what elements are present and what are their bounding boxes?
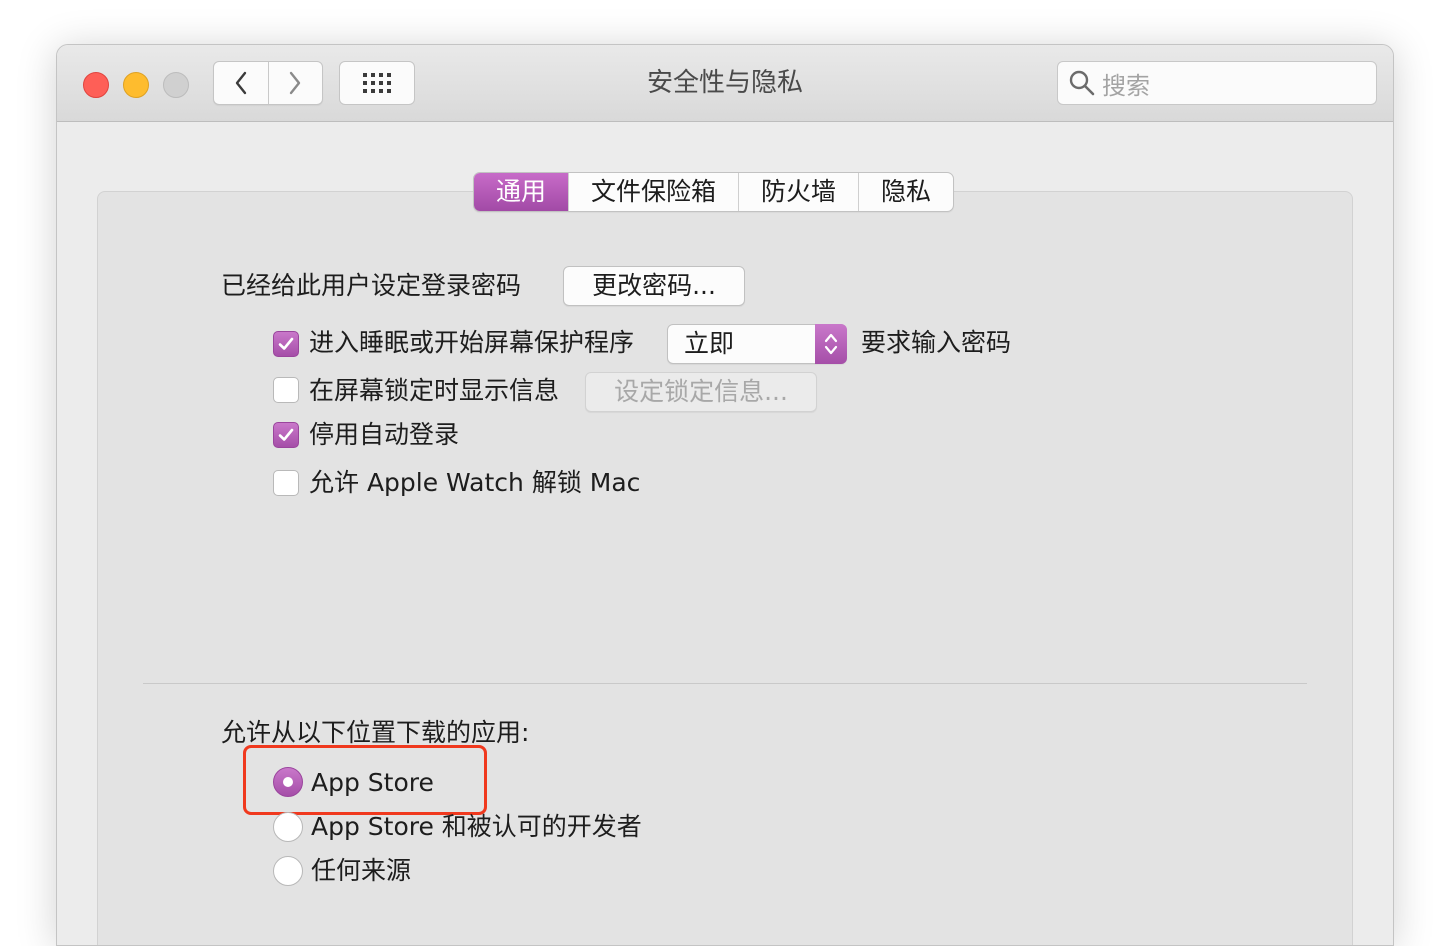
change-password-button[interactable]: 更改密码... — [563, 266, 745, 306]
radio-app-store[interactable] — [273, 767, 303, 797]
search-icon — [1069, 70, 1095, 96]
require-password-checkbox[interactable] — [273, 331, 299, 357]
require-password-delay-select[interactable]: 立即 — [667, 324, 847, 364]
radio-anywhere-label: 任何来源 — [311, 856, 412, 885]
tab-firewall[interactable]: 防火墙 — [738, 173, 858, 211]
show-message-checkbox[interactable] — [273, 377, 299, 403]
require-password-suffix: 要求输入密码 — [861, 328, 1012, 357]
radio-app-store-and-identified-developers[interactable] — [273, 812, 303, 842]
apple-watch-unlock-label: 允许 Apple Watch 解锁 Mac — [309, 468, 641, 497]
tab-privacy[interactable]: 隐私 — [858, 173, 953, 211]
search-field[interactable]: 搜索 — [1057, 61, 1377, 105]
require-password-label: 进入睡眠或开始屏幕保护程序 — [309, 328, 635, 357]
tab-general[interactable]: 通用 — [474, 173, 569, 211]
select-arrows — [815, 324, 847, 364]
radio-anywhere[interactable] — [273, 856, 303, 886]
preferences-window: 安全性与隐私 搜索 通用 文件保险箱 防火墙 隐私 已经给此用户设定登录密码 更… — [56, 44, 1394, 946]
disable-auto-login-label: 停用自动登录 — [309, 420, 460, 449]
radio-app-store-label: App Store — [311, 768, 434, 797]
search-placeholder: 搜索 — [1102, 71, 1150, 100]
title-bar: 安全性与隐私 搜索 — [57, 45, 1393, 122]
set-lock-message-button[interactable]: 设定锁定信息... — [585, 372, 817, 412]
disable-auto-login-checkbox[interactable] — [273, 422, 299, 448]
checkmark-icon — [278, 337, 294, 350]
tab-filevault[interactable]: 文件保险箱 — [568, 173, 738, 211]
apple-watch-unlock-checkbox[interactable] — [273, 470, 299, 496]
tab-bar: 通用 文件保险箱 防火墙 隐私 — [473, 172, 955, 212]
select-value: 立即 — [684, 329, 735, 358]
radio-app-store-and-identified-developers-label: App Store 和被认可的开发者 — [311, 812, 642, 841]
section-divider — [143, 683, 1307, 684]
updown-chevron-icon — [824, 333, 838, 355]
checkmark-icon — [278, 428, 294, 441]
show-message-label: 在屏幕锁定时显示信息 — [309, 376, 560, 405]
password-status-label: 已经给此用户设定登录密码 — [221, 271, 522, 300]
